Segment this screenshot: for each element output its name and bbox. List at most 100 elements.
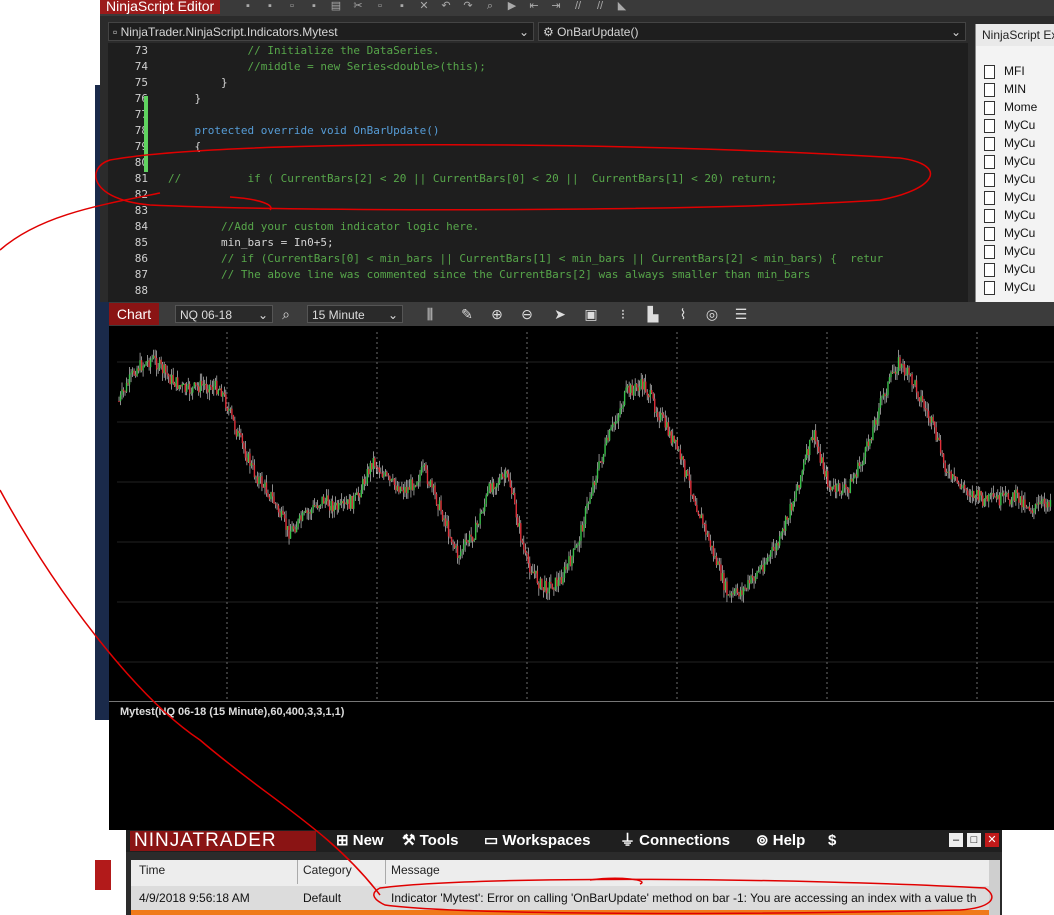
drawing-tool-icon[interactable]: ✎	[458, 305, 476, 323]
line-number: 75	[134, 76, 148, 89]
find-icon[interactable]: ⌕	[484, 1, 496, 12]
menu-item-workspaces[interactable]: ▭ Workspaces	[484, 832, 590, 850]
candle-body	[825, 471, 827, 477]
search-icon[interactable]: ⌕	[277, 305, 295, 323]
explorer-item[interactable]: MyCu	[984, 260, 1035, 278]
zoom-in-icon[interactable]: ⊕	[488, 305, 506, 323]
properties-icon[interactable]: ☰	[732, 305, 750, 323]
candle-body	[771, 546, 773, 552]
candle-body	[441, 511, 444, 521]
save-all-icon[interactable]: ▪	[264, 1, 276, 12]
paste-icon[interactable]: ▪	[308, 1, 320, 12]
explorer-item[interactable]: MyCu	[984, 134, 1035, 152]
candle-body	[134, 374, 137, 376]
candle-body	[902, 363, 904, 365]
candle-body	[646, 391, 648, 396]
file-icon	[984, 119, 995, 133]
explorer-item[interactable]: MFI	[984, 62, 1025, 80]
candle-body	[401, 486, 403, 490]
line-number: 85	[134, 236, 148, 249]
candle-body	[363, 478, 365, 485]
explorer-item[interactable]: MyCu	[984, 188, 1035, 206]
menu-item-connections[interactable]: ⏚ Connections	[620, 832, 730, 850]
chart-trader-icon[interactable]: ⁝	[614, 305, 632, 323]
column-header-category[interactable]: Category	[303, 863, 352, 877]
interval-selector[interactable]: 15 Minute ⌄	[307, 305, 403, 323]
candle-body	[936, 437, 939, 441]
explorer-item[interactable]: MyCu	[984, 224, 1035, 242]
outdent-icon[interactable]: ⇤	[528, 1, 540, 12]
menu-item-help[interactable]: ⊚ Help	[756, 832, 805, 850]
minimize-icon[interactable]: –	[949, 833, 963, 847]
price-chart[interactable]	[117, 332, 1054, 700]
code-line: // The above line was commented since th…	[168, 268, 811, 281]
indicators-icon[interactable]: ⌇	[674, 305, 692, 323]
method-dropdown[interactable]: ⚙ OnBarUpdate() ⌄	[538, 22, 966, 41]
candle-body	[866, 441, 868, 448]
code-line: // Initialize the DataSeries.	[168, 44, 440, 57]
explorer-item[interactable]: MyCu	[984, 152, 1036, 170]
explorer-item[interactable]: MyCu	[984, 170, 1035, 188]
candle-body	[818, 446, 820, 452]
column-header-time[interactable]: Time	[139, 863, 165, 877]
document-icon[interactable]: ▤	[330, 1, 342, 12]
file-icon	[984, 83, 995, 97]
compile-icon[interactable]: ▶	[506, 1, 518, 12]
candle-body	[350, 495, 352, 509]
menu-item-dollar[interactable]: $	[828, 832, 836, 850]
explorer-item[interactable]: Mome	[984, 98, 1037, 116]
menu-item-tools[interactable]: ⚒ Tools	[402, 832, 459, 850]
candle-body	[988, 494, 990, 502]
candle-body	[1004, 493, 1007, 496]
column-header-message[interactable]: Message	[391, 863, 440, 877]
cut-icon[interactable]: ✂	[352, 1, 364, 12]
candle-body	[456, 545, 459, 558]
grid-scrollbar[interactable]	[989, 860, 1000, 915]
save-icon[interactable]: ▪	[242, 1, 254, 12]
candle-body	[300, 515, 302, 521]
line-number: 77	[134, 108, 148, 121]
code-editor[interactable]: 73 // Initialize the DataSeries. 74 //mid…	[108, 43, 968, 302]
comment-icon[interactable]: //	[572, 1, 584, 12]
strategies-icon[interactable]: ▙	[644, 305, 662, 323]
candle-body	[1028, 506, 1031, 511]
refresh-icon[interactable]: ◎	[703, 305, 721, 323]
candle-body	[489, 483, 492, 493]
close-icon[interactable]: ✕	[985, 833, 999, 847]
code-line: // if (CurrentBars[0] < min_bars || Curr…	[168, 252, 884, 265]
maximize-icon[interactable]: □	[967, 833, 981, 847]
copy2-icon[interactable]: ▫	[374, 1, 386, 12]
indent-icon[interactable]: ⇥	[550, 1, 562, 12]
chart-tab[interactable]: Chart	[109, 303, 159, 325]
candle-body	[443, 518, 445, 521]
bar-style-icon[interactable]: ⫼	[421, 305, 439, 323]
zoom-out-icon[interactable]: ⊖	[518, 305, 536, 323]
candle-body	[947, 471, 949, 473]
menu-item-new[interactable]: ⊞ New	[336, 832, 384, 850]
candle-body	[809, 439, 811, 456]
explorer-item[interactable]: MyCu	[984, 242, 1035, 260]
uncomment-icon[interactable]: //	[594, 1, 606, 12]
table-row[interactable]: 4/9/2018 9:56:18 AM Default Indicator 'M…	[131, 886, 997, 910]
pointer-icon[interactable]: ➤	[551, 305, 569, 323]
vs-icon[interactable]: ◣	[616, 1, 628, 12]
instrument-selector[interactable]: NQ 06-18 ⌄	[175, 305, 273, 323]
data-box-icon[interactable]: ▣	[582, 305, 600, 323]
explorer-item-label: MyCu	[1004, 154, 1036, 168]
file-path-dropdown[interactable]: ▫ NinjaTrader.NinjaScript.Indicators.Myt…	[108, 22, 534, 41]
undo-icon[interactable]: ↶	[440, 1, 452, 12]
candle-body	[912, 384, 915, 386]
explorer-item[interactable]: MyCu	[984, 116, 1035, 134]
delete-icon[interactable]: ✕	[418, 1, 430, 12]
explorer-item[interactable]: MIN	[984, 80, 1026, 98]
explorer-item[interactable]: MyCu	[984, 278, 1035, 296]
candle-body	[608, 430, 611, 441]
redo-icon[interactable]: ↷	[462, 1, 474, 12]
paste2-icon[interactable]: ▪	[396, 1, 408, 12]
explorer-item[interactable]: MyCu	[984, 206, 1035, 224]
candle-body	[1049, 499, 1052, 507]
candle-body	[219, 388, 221, 391]
candle-body	[613, 423, 615, 425]
candle-body	[896, 371, 898, 374]
copy-icon[interactable]: ▫	[286, 1, 298, 12]
